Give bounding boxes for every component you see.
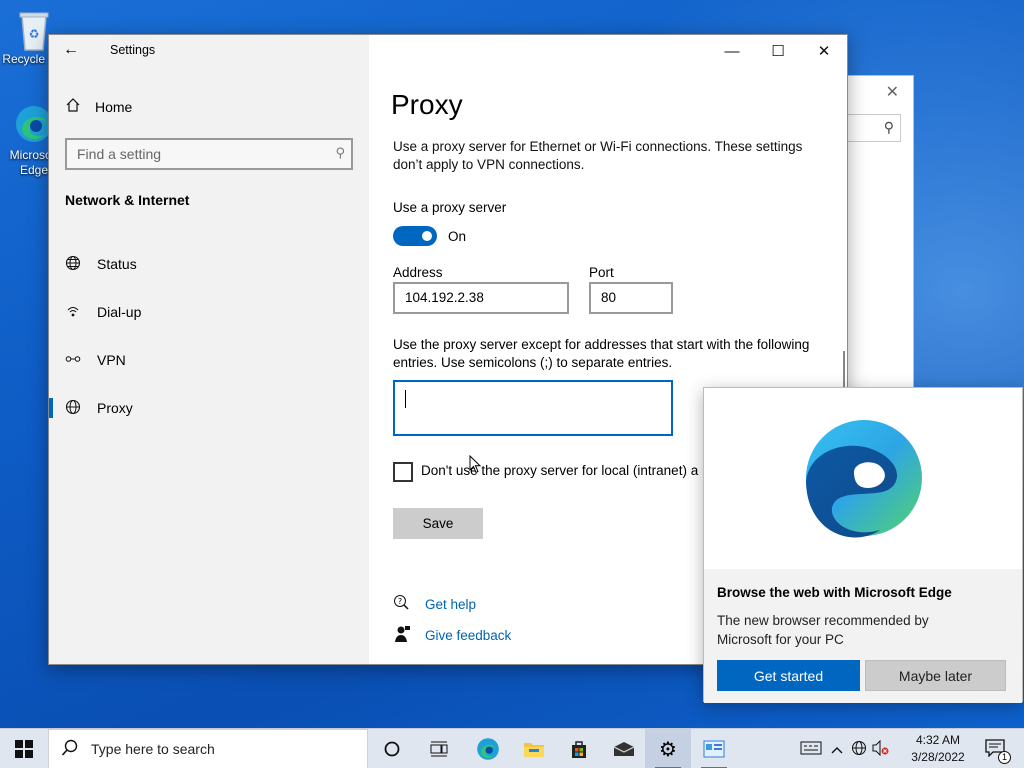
taskbar-edge[interactable]	[465, 729, 511, 768]
minimize-icon[interactable]: —	[709, 35, 755, 67]
svg-text:?: ?	[398, 597, 402, 606]
sidebar-item-label: Dial-up	[97, 304, 142, 320]
start-button[interactable]	[0, 729, 48, 768]
search-placeholder: Find a setting	[77, 146, 162, 162]
section-title: Network & Internet	[65, 192, 190, 208]
settings-sidebar: ← Settings Home Find a setting ⚲ Network…	[49, 35, 369, 664]
svg-text:♻: ♻	[29, 27, 40, 41]
toggle-state-label: On	[448, 229, 467, 244]
timeline-button[interactable]	[416, 729, 462, 768]
sidebar-item-label: VPN	[97, 352, 126, 368]
sidebar-item-dial-up[interactable]: Dial-up	[49, 288, 369, 336]
window-controls: — ☐ ✕	[709, 35, 847, 67]
exceptions-input[interactable]	[393, 380, 673, 436]
maybe-later-button[interactable]: Maybe later	[865, 660, 1006, 691]
give-feedback-label: Give feedback	[425, 628, 512, 643]
get-help-label: Get help	[425, 597, 477, 612]
maximize-icon[interactable]: ☐	[755, 35, 801, 67]
globe-icon	[65, 399, 81, 418]
promo-text: The new browser recommended by Microsoft…	[717, 613, 929, 647]
folder-icon	[524, 743, 544, 757]
title-bar: ← Settings	[49, 35, 369, 67]
taskbar-clock[interactable]: 4:32 AM 3/28/2022	[904, 732, 972, 766]
control-panel-icon	[703, 740, 725, 758]
task-view-icon	[430, 741, 448, 757]
give-feedback-link[interactable]: Give feedback	[393, 625, 511, 646]
home-label: Home	[95, 98, 133, 115]
cortana-circle-icon	[384, 741, 400, 757]
notification-count-badge: 1	[998, 750, 1011, 764]
save-button[interactable]: Save	[393, 508, 483, 539]
search-icon: ⚲	[883, 119, 894, 135]
dialup-icon	[65, 303, 81, 322]
taskbar-file-explorer[interactable]	[511, 729, 557, 768]
sidebar-item-label: Status	[97, 256, 137, 272]
get-started-button[interactable]: Get started	[717, 660, 860, 691]
vpn-icon	[65, 351, 81, 370]
windows-logo-icon	[15, 740, 33, 758]
store-icon	[572, 741, 586, 758]
scrollbar[interactable]	[843, 351, 845, 391]
text-caret	[405, 390, 406, 408]
sidebar-item-status[interactable]: Status	[49, 240, 369, 288]
volume-muted-icon[interactable]	[870, 739, 892, 759]
back-arrow-icon[interactable]: ←	[63, 41, 79, 59]
chevron-up-icon[interactable]	[826, 741, 848, 757]
use-proxy-toggle[interactable]	[393, 226, 437, 246]
help-icon: ?	[393, 594, 411, 615]
sidebar-item-home[interactable]: Home	[65, 97, 132, 116]
taskbar-settings[interactable]: ⚙	[645, 729, 691, 768]
search-icon: ⚲	[335, 145, 345, 160]
promo-title: Browse the web with Microsoft Edge	[717, 585, 952, 600]
edge-promo-body: Browse the web with Microsoft Edge The n…	[704, 569, 1022, 703]
clock-time: 4:32 AM	[915, 733, 961, 747]
local-addresses-checkbox[interactable]	[393, 462, 413, 482]
edge-logo-icon	[806, 420, 922, 538]
edge-promo-art	[704, 388, 1022, 569]
task-view-button[interactable]	[369, 729, 415, 768]
taskbar-search-box[interactable]: Type here to search	[48, 729, 368, 768]
sidebar-item-vpn[interactable]: VPN	[49, 336, 369, 384]
page-title: Proxy	[391, 89, 463, 120]
system-tray	[796, 729, 892, 768]
search-icon	[61, 739, 79, 760]
feedback-icon	[393, 625, 411, 646]
proxy-description: Use a proxy server for Ethernet or Wi-Fi…	[393, 139, 803, 172]
taskbar-mail[interactable]	[601, 729, 647, 768]
gear-icon: ⚙	[659, 738, 677, 761]
edge-promo-popup: Browse the web with Microsoft Edge The n…	[703, 387, 1023, 703]
get-help-link[interactable]: ? Get help	[393, 594, 476, 615]
edge-icon	[477, 738, 499, 760]
use-proxy-label: Use a proxy server	[393, 200, 507, 215]
notification-icon: 1	[985, 738, 1011, 764]
taskbar: Type here to search ⚙ 4:32 AM 3/28/2022 …	[0, 728, 1024, 768]
exceptions-label: Use the proxy server except for addresse…	[393, 337, 810, 370]
taskbar-search-placeholder: Type here to search	[91, 741, 215, 757]
port-label: Port	[589, 265, 614, 280]
sidebar-item-label: Proxy	[97, 400, 133, 416]
address-label: Address	[393, 265, 443, 280]
keyboard-icon[interactable]	[796, 741, 826, 758]
action-center-button[interactable]: 1	[980, 729, 1011, 768]
find-setting-search-input[interactable]: Find a setting ⚲	[65, 138, 353, 170]
sidebar-item-proxy[interactable]: Proxy	[49, 384, 369, 432]
address-input[interactable]: 104.192.2.38	[393, 282, 569, 314]
globe-icon	[65, 255, 81, 274]
clock-date: 3/28/2022	[911, 750, 965, 764]
taskbar-control-panel[interactable]	[691, 729, 737, 768]
home-icon	[65, 97, 81, 116]
network-globe-icon[interactable]	[848, 740, 870, 759]
local-addresses-label: Don't use the proxy server for local (in…	[421, 463, 699, 478]
port-input[interactable]: 80	[589, 282, 673, 314]
taskbar-store[interactable]	[556, 729, 602, 768]
close-icon[interactable]: ✕	[801, 35, 847, 67]
window-title: Settings	[110, 43, 156, 57]
close-icon[interactable]: ✕	[886, 82, 899, 102]
mail-icon	[613, 742, 635, 756]
sidebar-nav: Status Dial-up VPN Proxy	[49, 240, 369, 432]
